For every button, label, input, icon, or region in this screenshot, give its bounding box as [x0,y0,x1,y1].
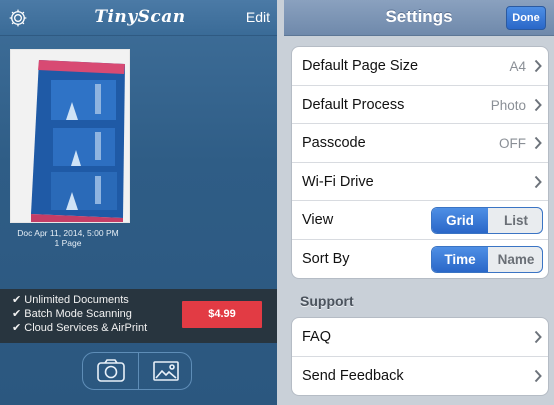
document-pages: 1 Page [54,238,82,248]
done-button[interactable]: Done [506,6,546,30]
photo-gallery-icon [153,361,179,381]
chevron-right-icon [534,59,542,73]
gear-icon[interactable] [8,8,28,28]
chevron-right-icon [534,330,542,344]
document-meta: Doc Apr 11, 2014, 5:00 PM 1 Page [0,228,136,248]
setting-row-wifi-drive[interactable]: Wi-Fi Drive [292,163,548,201]
support-row-faq[interactable]: FAQ [292,318,548,357]
setting-label: Passcode [302,135,366,151]
camera-button[interactable] [83,353,138,389]
top-bar: TinyScan Edit [0,0,277,36]
feature-item: ✔ Unlimited Documents [12,294,129,306]
setting-row-page-size[interactable]: Default Page Size A4 [292,47,548,86]
gallery-button[interactable] [138,353,191,389]
upgrade-banner: ✔ Unlimited Documents ✔ Batch Mode Scann… [0,289,277,343]
navigation-bar: Settings Done [284,0,554,36]
setting-label: Sort By [302,250,350,267]
sort-segmented-control: Time Name [431,245,543,273]
edit-button[interactable]: Edit [246,9,270,25]
settings-group: Default Page Size A4 Default Process Pho… [291,46,549,279]
setting-row-sort: Sort By Time Name [292,240,548,279]
document-date: Doc Apr 11, 2014, 5:00 PM [17,228,119,238]
setting-value: A4 [509,59,526,74]
view-segmented-control: Grid List [431,207,543,234]
sort-time-option[interactable]: Time [432,246,488,272]
screenshot: TinyScan Edit Doc Apr 11, 2014, 5:00 PM … [0,0,554,405]
chevron-right-icon [534,175,542,188]
tinyscan-main-screen: TinyScan Edit Doc Apr 11, 2014, 5:00 PM … [0,0,277,405]
support-group: FAQ Send Feedback [291,317,549,396]
chevron-right-icon [534,369,542,382]
app-logo: TinyScan [94,7,186,27]
setting-row-process[interactable]: Default Process Photo [292,86,548,124]
view-list-option[interactable]: List [488,208,542,233]
chevron-right-icon [534,136,542,150]
feature-item: ✔ Cloud Services & AirPrint [12,322,148,334]
document-image [11,50,129,222]
capture-toolbar [82,352,192,390]
setting-row-view: View Grid List [292,201,548,240]
setting-label: FAQ [302,329,332,345]
setting-value: OFF [499,136,526,151]
support-row-feedback[interactable]: Send Feedback [292,357,548,396]
feature-item: ✔ Batch Mode Scanning [12,308,132,320]
setting-label: Wi-Fi Drive [302,173,374,190]
document-thumbnail[interactable] [10,49,130,223]
setting-label: Default Page Size [302,58,419,74]
section-header-support: Support [300,293,354,309]
buy-button[interactable]: $4.99 [182,301,262,328]
view-grid-option[interactable]: Grid [432,208,488,233]
setting-label: Default Process [302,96,405,113]
setting-label: View [302,212,334,228]
camera-icon [97,359,125,382]
setting-value: Photo [490,97,526,113]
settings-screen: Settings Done Default Page Size A4 Defau… [284,0,554,405]
setting-row-passcode[interactable]: Passcode OFF [292,124,548,163]
setting-label: Send Feedback [302,367,404,384]
sort-name-option[interactable]: Name [488,247,542,272]
chevron-right-icon [534,98,542,111]
